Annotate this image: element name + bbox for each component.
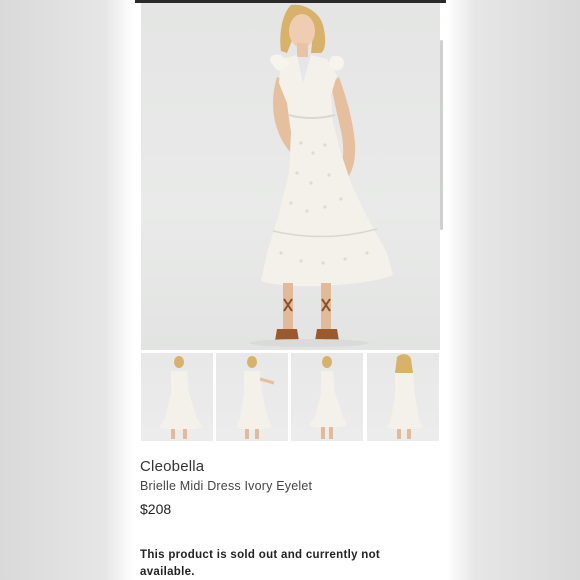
thumbnail-side[interactable]: [291, 353, 363, 441]
thumbnail-back[interactable]: [367, 353, 439, 441]
scrollbar[interactable]: [440, 40, 443, 230]
thumbnail-strip: [141, 353, 440, 441]
thumbnail-front[interactable]: [141, 353, 213, 441]
product-page: Cleobella Brielle Midi Dress Ivory Eyele…: [135, 3, 446, 580]
product-title: Brielle Midi Dress Ivory Eyelet: [140, 479, 313, 493]
availability-message: This product is sold out and currently n…: [140, 549, 381, 578]
main-product-image[interactable]: [141, 3, 440, 350]
thumbnail-pose[interactable]: [216, 353, 288, 441]
brand-name[interactable]: Cleobella: [140, 458, 204, 475]
product-price: $208: [140, 501, 172, 517]
